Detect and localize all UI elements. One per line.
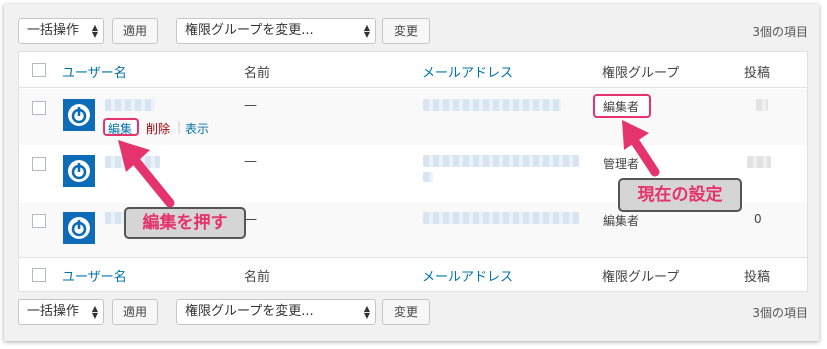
push-edit-callout: 編集を押す bbox=[124, 207, 246, 239]
current-setting-callout: 現在の設定 bbox=[618, 178, 742, 212]
arrow-to-role-icon bbox=[622, 120, 660, 177]
annotation-arrows bbox=[118, 120, 660, 208]
arrow-to-edit-icon bbox=[118, 140, 175, 208]
